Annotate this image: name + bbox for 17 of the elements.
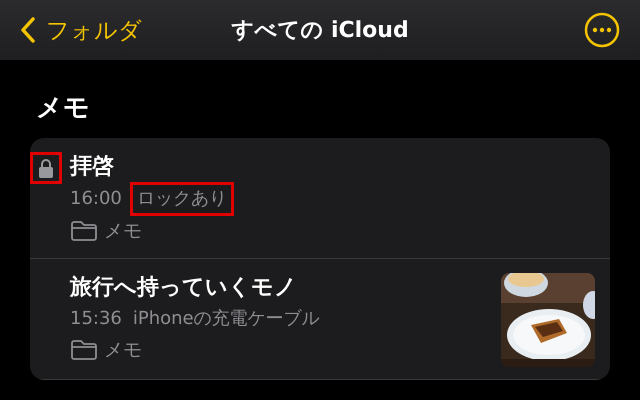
note-row[interactable]: 旅行へ持っていくモノ 15:36 iPhoneの充電ケーブル メモ bbox=[30, 259, 610, 380]
note-time: 16:00 bbox=[70, 187, 122, 211]
note-row[interactable]: 拝啓 16:00 ロックあり メモ bbox=[30, 138, 610, 259]
note-folder: メモ bbox=[104, 338, 142, 363]
back-button[interactable]: フォルダ bbox=[20, 14, 142, 46]
nav-title: すべての iCloud bbox=[231, 17, 409, 45]
folder-icon bbox=[70, 339, 98, 361]
back-chevron-icon bbox=[20, 16, 36, 44]
note-folder: メモ bbox=[104, 219, 142, 244]
folder-icon bbox=[70, 220, 98, 242]
note-preview: ロックあり bbox=[130, 182, 234, 216]
note-preview: iPhoneの充電ケーブル bbox=[132, 307, 321, 331]
note-title: 旅行へ持っていくモノ bbox=[70, 274, 298, 302]
note-time: 15:36 bbox=[70, 307, 122, 331]
note-title: 拝啓 bbox=[70, 153, 115, 181]
section-title: メモ bbox=[35, 92, 91, 125]
more-icon[interactable] bbox=[584, 12, 620, 48]
